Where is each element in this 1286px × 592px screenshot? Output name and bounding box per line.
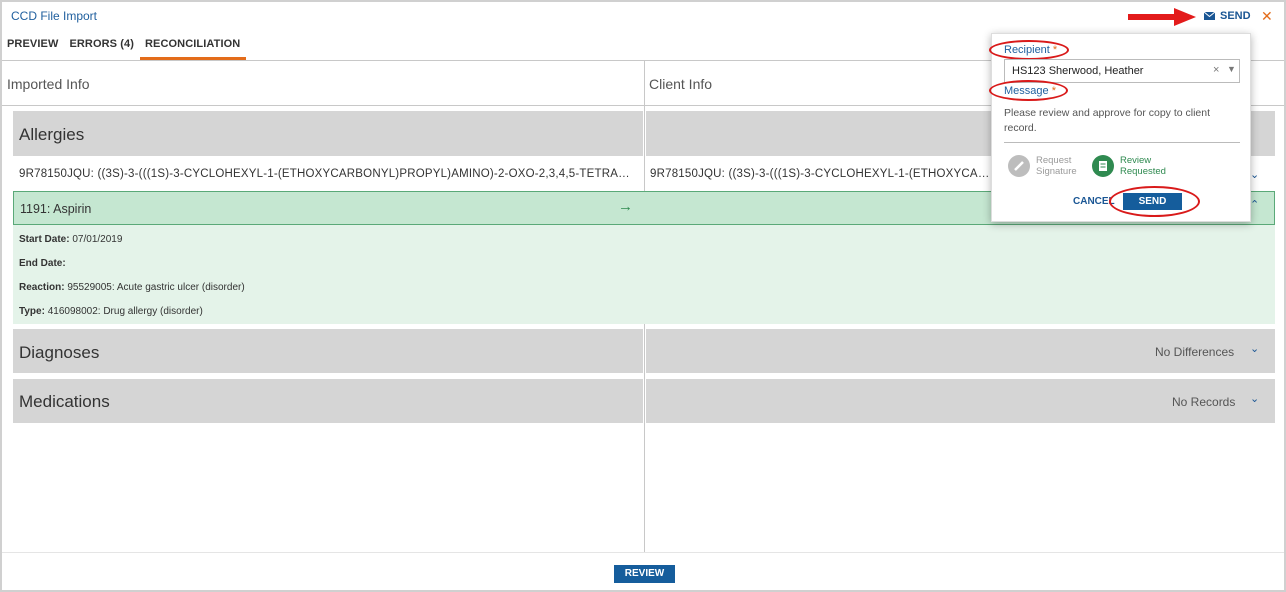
medications-status: No Records [1172, 395, 1236, 409]
detail-value: 416098002: Drug allergy (disorder) [47, 306, 203, 317]
review-icon [1092, 155, 1114, 177]
header-send-button[interactable]: SEND [1204, 10, 1251, 22]
signature-icon [1008, 155, 1030, 177]
tab-errors[interactable]: ERRORS (4) [64, 30, 140, 60]
tab-bar: PREVIEW ERRORS (4) RECONCILIATION [2, 30, 247, 60]
copy-arrow-icon[interactable]: → [618, 198, 633, 215]
send-highlight-ring [1109, 186, 1200, 217]
detail-start-date: Start Date: 07/01/2019 [19, 234, 122, 245]
dropdown-arrow-icon[interactable]: ▼ [1227, 64, 1236, 74]
header-send-label: SEND [1220, 10, 1251, 22]
close-icon[interactable]: ✕ [1261, 8, 1273, 25]
diagnoses-header-left[interactable] [13, 329, 643, 373]
review-requested-option[interactable]: Review Requested [1092, 155, 1172, 177]
chevron-down-icon[interactable]: ⌄ [1250, 392, 1259, 405]
clear-icon[interactable]: × [1213, 64, 1219, 76]
recipient-value: HS123 Sherwood, Heather [1012, 65, 1144, 77]
detail-type: Type: 416098002: Drug allergy (disorder) [19, 306, 203, 317]
tab-preview[interactable]: PREVIEW [2, 30, 64, 60]
window-title: CCD File Import [11, 9, 98, 23]
send-popup: Recipient * HS123 Sherwood, Heather × ▼ … [989, 33, 1251, 222]
allergies-header-left[interactable] [13, 111, 643, 156]
detail-reaction: Reaction: 95529005: Acute gastric ulcer … [19, 282, 245, 293]
red-arrow-annotation [1128, 8, 1196, 26]
detail-label: Reaction: [19, 282, 65, 293]
chevron-up-icon[interactable]: ⌃ [1250, 198, 1259, 211]
tab-reconciliation[interactable]: RECONCILIATION [140, 30, 247, 60]
review-requested-label: Review Requested [1120, 155, 1166, 177]
detail-label: Start Date: [19, 234, 70, 245]
diagnoses-title: Diagnoses [19, 343, 100, 362]
detail-label: End Date: [19, 258, 66, 269]
envelope-icon [1204, 12, 1215, 20]
message-highlight-ring [989, 80, 1068, 101]
review-button[interactable]: REVIEW [614, 565, 675, 583]
allergies-title: Allergies [19, 125, 85, 144]
allergy-imported-row[interactable]: 9R78150JQU: ((3S)-3-(((1S)-3-CYCLOHEXYL-… [19, 159, 633, 189]
detail-value: 07/01/2019 [72, 234, 123, 245]
detail-value: 95529005: Acute gastric ulcer (disorder) [67, 282, 245, 293]
pen-icon [1014, 161, 1024, 171]
selected-allergy-label: 1191: Aspirin [20, 202, 92, 216]
allergy-client-row[interactable]: 9R78150JQU: ((3S)-3-(((1S)-3-CYCLOHEXYL-… [650, 159, 992, 189]
chevron-down-icon[interactable]: ⌄ [1250, 168, 1259, 181]
request-signature-option[interactable]: Request Signature [1008, 155, 1084, 177]
ccd-import-window: CCD File Import SEND ✕ PREVIEW ERRORS (4… [0, 0, 1286, 592]
detail-label: Type: [19, 306, 45, 317]
message-field[interactable]: Please review and approve for copy to cl… [1004, 106, 1240, 143]
detail-end-date: End Date: [19, 258, 66, 269]
recipient-highlight-ring [989, 40, 1069, 60]
column-header-imported: Imported Info [2, 60, 644, 106]
medications-title: Medications [19, 392, 110, 411]
recipient-select[interactable]: HS123 Sherwood, Heather × ▼ [1004, 59, 1240, 83]
diagnoses-status: No Differences [1155, 345, 1235, 359]
chevron-down-icon[interactable]: ⌄ [1250, 342, 1259, 355]
request-signature-label: Request Signature [1036, 155, 1077, 177]
document-icon [1099, 161, 1107, 171]
